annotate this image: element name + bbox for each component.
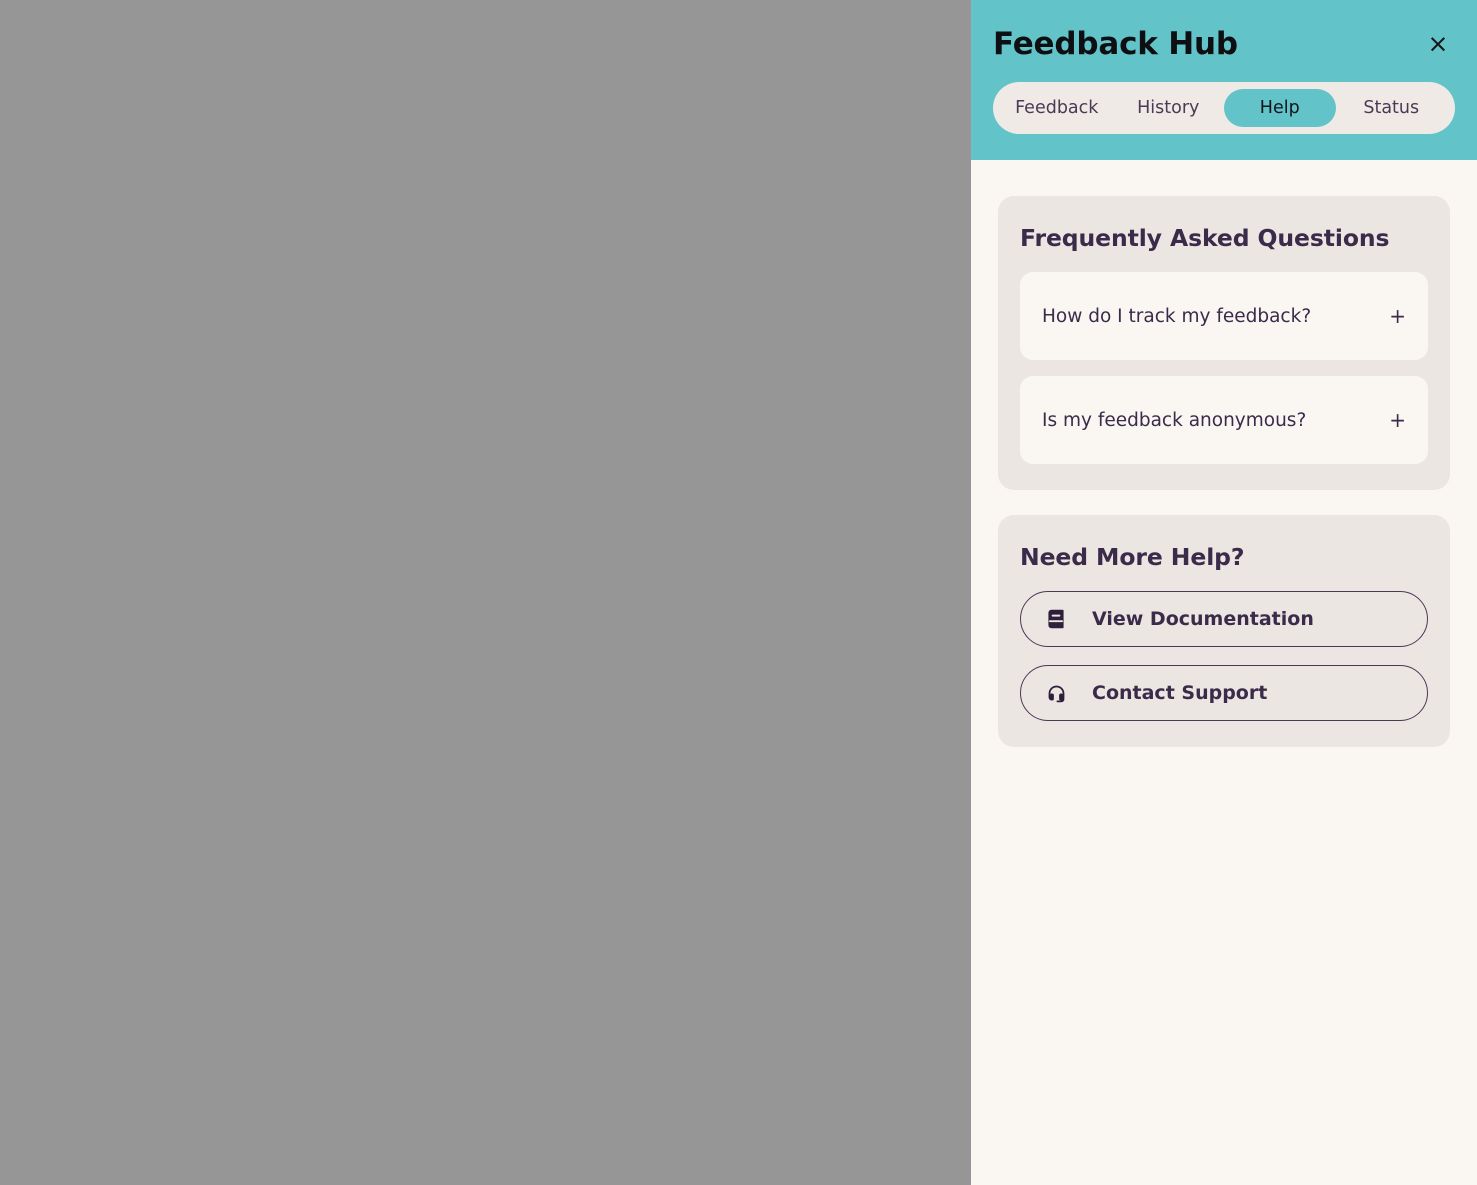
faq-question-label: Is my feedback anonymous? <box>1042 409 1307 431</box>
screen: Feedback Hub × Feedback History Help Sta… <box>0 0 1477 1185</box>
headset-icon <box>1045 682 1067 704</box>
tab-help[interactable]: Help <box>1224 89 1336 127</box>
plus-icon[interactable]: + <box>1389 306 1406 326</box>
view-documentation-label: View Documentation <box>1092 608 1314 630</box>
faq-section-title: Frequently Asked Questions <box>1020 224 1390 252</box>
panel-header: Feedback Hub × Feedback History Help Sta… <box>971 0 1477 160</box>
need-more-help-title: Need More Help? <box>1020 543 1245 571</box>
feedback-hub-panel: Feedback Hub × Feedback History Help Sta… <box>971 0 1477 1185</box>
plus-icon[interactable]: + <box>1389 410 1406 430</box>
faq-item-track-feedback[interactable]: How do I track my feedback? + <box>1020 272 1428 360</box>
view-documentation-button[interactable]: View Documentation <box>1020 591 1428 647</box>
page-title: Feedback Hub <box>993 26 1238 62</box>
faq-card: Frequently Asked Questions How do I trac… <box>998 196 1450 490</box>
tab-status[interactable]: Status <box>1336 89 1448 127</box>
faq-question-label: How do I track my feedback? <box>1042 305 1312 327</box>
panel-body: Frequently Asked Questions How do I trac… <box>971 160 1477 1185</box>
tab-history[interactable]: History <box>1113 89 1225 127</box>
faq-item-anonymous[interactable]: Is my feedback anonymous? + <box>1020 376 1428 464</box>
tab-bar: Feedback History Help Status <box>993 82 1455 134</box>
contact-support-button[interactable]: Contact Support <box>1020 665 1428 721</box>
book-icon <box>1045 608 1067 630</box>
page-backdrop[interactable] <box>0 0 971 1185</box>
need-more-help-card: Need More Help? View Documentation Conta… <box>998 515 1450 747</box>
tab-feedback[interactable]: Feedback <box>1001 89 1113 127</box>
panel-header-top: Feedback Hub × <box>993 22 1455 68</box>
close-icon[interactable]: × <box>1421 27 1455 61</box>
contact-support-label: Contact Support <box>1092 682 1268 704</box>
